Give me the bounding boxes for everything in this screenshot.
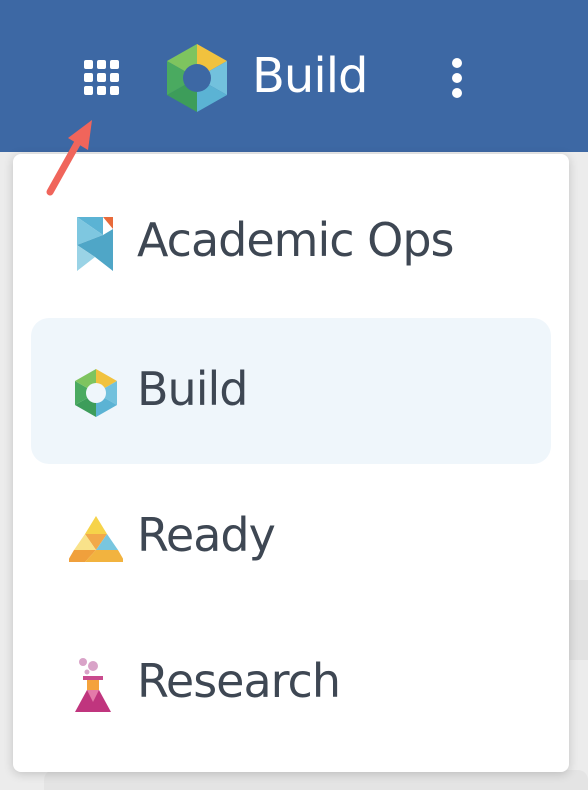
- app-title: Build: [252, 48, 368, 104]
- app-switcher-menu: Academic Ops Build Ready Research: [13, 154, 569, 772]
- grid-icon: [84, 60, 119, 95]
- red-arrow-icon: [46, 120, 92, 196]
- build-hexagon-icon: [167, 44, 227, 112]
- more-options-button[interactable]: [440, 54, 474, 104]
- menu-item-label: Academic Ops: [137, 213, 455, 267]
- menu-item-build[interactable]: Build: [31, 318, 551, 464]
- menu-item-label: Ready: [137, 508, 276, 562]
- build-hexagon-icon: [75, 369, 117, 417]
- background-panel-bottom: [44, 770, 588, 790]
- menu-item-ready[interactable]: Ready: [31, 464, 551, 610]
- menu-item-research[interactable]: Research: [31, 610, 551, 756]
- build-logo: [164, 42, 230, 114]
- research-flask-icon: [75, 658, 111, 712]
- kebab-icon: [452, 58, 462, 98]
- menu-item-label: Research: [137, 654, 341, 708]
- academic-ops-icon: [77, 217, 113, 271]
- app-switcher-button[interactable]: [76, 52, 128, 104]
- ready-triangle-icon: [69, 516, 123, 562]
- menu-item-academic-ops[interactable]: Academic Ops: [31, 169, 551, 315]
- menu-item-label: Build: [137, 362, 248, 416]
